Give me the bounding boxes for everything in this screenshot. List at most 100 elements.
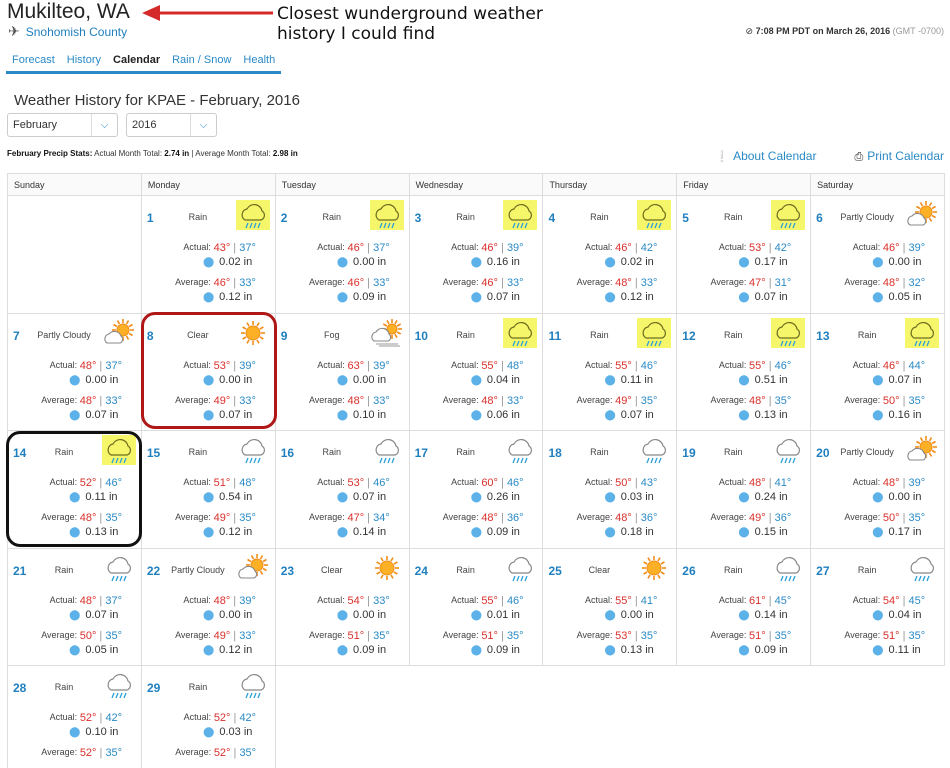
day-cell[interactable]: 15 Rain Actual: 51° | 48° ⬤ 0.54 in Avera…	[142, 431, 276, 548]
tab-calendar[interactable]: Calendar	[107, 52, 167, 74]
actual-precip: ⬤ 0.00 in	[872, 491, 921, 503]
condition-label: Partly Cloudy	[37, 329, 91, 340]
condition-label: Rain	[54, 682, 74, 692]
day-number[interactable]: 18	[548, 446, 561, 460]
day-cell[interactable]: 4 Rain Actual: 46° | 42° ⬤ 0.02 in Averag…	[543, 196, 678, 313]
month-select[interactable]: February ⌵	[7, 113, 118, 137]
day-number[interactable]: 3	[415, 211, 422, 225]
condition-label: Rain	[188, 447, 208, 457]
day-cell[interactable]: 19 Rain Actual: 48° | 41° ⬤ 0.24 in Avera…	[677, 431, 812, 548]
raindrop-icon: ⬤	[202, 527, 215, 538]
day-cell[interactable]: 10 Rain Actual: 55° | 48° ⬤ 0.04 in Avera…	[410, 313, 544, 430]
actual-low: 37°	[373, 242, 390, 254]
about-calendar-link[interactable]: ❕ About Calendar	[715, 149, 816, 164]
day-number[interactable]: 6	[816, 211, 823, 225]
raindrop-icon: ⬤	[872, 609, 884, 621]
day-number[interactable]: 29	[147, 681, 160, 695]
precip-value: 0.24 in	[754, 491, 788, 503]
day-number[interactable]: 27	[816, 564, 829, 578]
average-temps: 51° | 35°	[882, 629, 926, 642]
day-cell[interactable]: 12 Rain Actual: 55° | 46° ⬤ 0.51 in Avera…	[677, 313, 812, 430]
average-temps: 49° | 33°	[213, 394, 256, 407]
day-cell[interactable]: 2 Rain Actual: 46° | 37° ⬤ 0.00 in Averag…	[276, 196, 410, 313]
day-cell[interactable]: 6 Partly Cloudy Actual: 46° | 39° ⬤ 0.00 …	[811, 196, 946, 313]
day-number[interactable]: 15	[147, 446, 160, 460]
tab-health[interactable]: Health	[237, 52, 282, 74]
day-number[interactable]: 28	[13, 681, 26, 695]
day-number[interactable]: 1	[147, 211, 154, 225]
actual-label: Actual:	[183, 594, 211, 605]
day-cell[interactable]: 24 Rain Actual: 55° | 46° ⬤ 0.01 in Avera…	[410, 548, 544, 665]
day-cell[interactable]: 8 Clear Actual: 53° | 39° ⬤ 0.00 in Avera…	[142, 313, 276, 430]
day-cell[interactable]: 3 Rain Actual: 46° | 39° ⬤ 0.16 in Averag…	[410, 196, 544, 313]
day-number[interactable]: 22	[147, 564, 160, 578]
raindrop-icon: ⬤	[872, 292, 884, 303]
tab-rain-snow[interactable]: Rain / Snow	[166, 52, 238, 74]
day-number[interactable]: 17	[415, 446, 428, 460]
average-high: 48°	[615, 512, 632, 524]
actual-temps: 43° | 37°	[213, 242, 256, 254]
day-number[interactable]: 16	[281, 446, 294, 460]
print-calendar-link[interactable]: ⎙ Print Calendar	[854, 149, 944, 164]
day-cell[interactable]: 17 Rain Actual: 60° | 46° ⬤ 0.26 in Avera…	[410, 431, 544, 548]
actual-label: Actual:	[585, 477, 613, 487]
day-number[interactable]: 24	[415, 564, 428, 578]
day-number[interactable]: 25	[548, 564, 561, 578]
day-number[interactable]: 8	[147, 329, 154, 343]
day-number[interactable]: 20	[816, 446, 829, 460]
day-cell[interactable]: 28 Rain Actual: 52° | 42° ⬤ 0.10 in Avera…	[8, 666, 142, 768]
precip-value: 0.03 in	[620, 491, 654, 503]
county-link[interactable]: Snohomish County	[26, 25, 127, 39]
year-select[interactable]: 2016 ⌵	[126, 113, 217, 137]
raindrop-icon: ⬤	[470, 492, 482, 503]
average-low: 35°	[774, 394, 792, 407]
actual-label: Actual:	[852, 477, 881, 487]
day-cell[interactable]: 21 Rain Actual: 48° | 37° ⬤ 0.07 in Avera…	[8, 548, 142, 665]
day-cell[interactable]: 25 Clear Actual: 55° | 41° ⬤ 0.00 in Aver…	[543, 548, 678, 665]
day-number[interactable]: 19	[682, 446, 695, 460]
day-number[interactable]: 10	[415, 329, 428, 343]
day-number[interactable]: 5	[682, 211, 689, 225]
day-number[interactable]: 9	[281, 329, 288, 343]
day-number[interactable]: 21	[13, 564, 26, 578]
day-cell[interactable]: 9 Fog Actual: 63° | 39° ⬤ 0.00 in Average…	[276, 313, 410, 430]
actual-high: 52°	[213, 712, 231, 724]
day-number[interactable]: 26	[682, 564, 695, 578]
day-cell[interactable]: 1 Rain Actual: 43° | 37° ⬤ 0.02 in Averag…	[142, 196, 276, 313]
day-cell[interactable]: 7 Partly Cloudy Actual: 48° | 37° ⬤ 0.00 …	[8, 313, 142, 430]
day-cell[interactable]: 27 Rain Actual: 54° | 45° ⬤ 0.04 in Avera…	[811, 548, 946, 665]
average-low: 35°	[105, 747, 123, 759]
average-temps: 48° | 36°	[615, 512, 658, 524]
day-number[interactable]: 11	[548, 329, 561, 343]
actual-high: 43°	[213, 242, 231, 254]
day-cell[interactable]: 29 Rain Actual: 52° | 42° ⬤ 0.03 in Avera…	[142, 666, 276, 768]
day-cell[interactable]: 18 Rain Actual: 50° | 43° ⬤ 0.03 in Avera…	[543, 431, 678, 548]
actual-temps: 48° | 39°	[213, 594, 256, 607]
day-cell[interactable]: 14 Rain Actual: 52° | 46° ⬤ 0.11 in Avera…	[8, 431, 142, 548]
actual-temps: 55° | 46°	[749, 359, 792, 372]
day-cell[interactable]: 5 Rain Actual: 53° | 42° ⬤ 0.17 in Averag…	[677, 196, 812, 313]
day-number[interactable]: 23	[281, 564, 294, 578]
day-cell[interactable]: 26 Rain Actual: 61° | 45° ⬤ 0.14 in Avera…	[677, 548, 812, 665]
tab-history[interactable]: History	[60, 52, 108, 74]
actual-high: 61°	[749, 594, 766, 607]
dow-friday: Friday	[677, 174, 812, 195]
day-cell[interactable]: 23 Clear Actual: 54° | 33° ⬤ 0.00 in Aver…	[276, 548, 410, 665]
actual-low: 48°	[506, 359, 524, 372]
day-number[interactable]: 4	[548, 211, 555, 225]
day-cell[interactable]: 13 Rain Actual: 46° | 44° ⬤ 0.07 in Avera…	[811, 313, 946, 430]
raindrop-icon: ⬤	[738, 409, 750, 421]
day-number[interactable]: 14	[13, 446, 26, 460]
average-temps: 48° | 35°	[749, 394, 792, 407]
day-number[interactable]: 12	[682, 329, 695, 343]
day-number[interactable]: 13	[816, 329, 829, 343]
actual-total-label: Actual Month Total:	[94, 149, 163, 158]
tab-forecast[interactable]: Forecast	[6, 52, 61, 74]
day-number[interactable]: 7	[13, 329, 20, 343]
day-cell[interactable]: 11 Rain Actual: 55° | 46° ⬤ 0.11 in Avera…	[543, 313, 678, 430]
day-cell[interactable]: 16 Rain Actual: 53° | 46° ⬤ 0.07 in Avera…	[276, 431, 410, 548]
day-cell[interactable]: 22 Partly Cloudy Actual: 48° | 39° ⬤ 0.00…	[142, 548, 276, 665]
day-number[interactable]: 2	[281, 211, 288, 225]
precip-value: 0.09 in	[486, 643, 520, 656]
day-cell[interactable]: 20 Partly Cloudy Actual: 48° | 39° ⬤ 0.00…	[811, 431, 946, 548]
